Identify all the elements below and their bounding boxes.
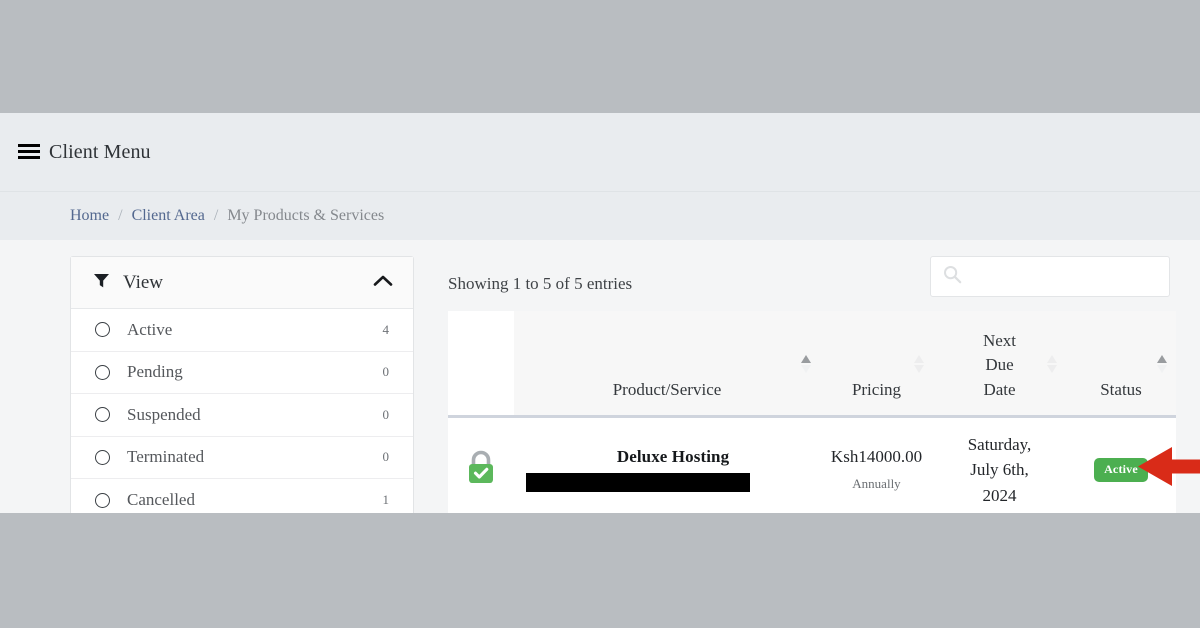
filter-option-label: Active [127, 319, 173, 339]
bottom-letterbox-band [0, 513, 1200, 628]
filter-option-label: Suspended [127, 404, 201, 424]
view-filter-header[interactable]: View [71, 257, 413, 309]
column-header-status[interactable]: Status [1066, 311, 1176, 418]
hamburger-icon [18, 144, 40, 160]
green-padlock-icon [465, 451, 497, 489]
top-navbar: Client Menu [0, 113, 1200, 192]
column-label: Product/Service [612, 379, 722, 399]
redacted-domain-bar [526, 473, 750, 493]
cell-pricing: Ksh14000.00 Annually [820, 416, 933, 513]
cell-status-icon [448, 416, 514, 513]
cell-next-due-date: Saturday, July 6th, 2024 [933, 416, 1066, 513]
filter-option-pending[interactable]: Pending 0 [71, 352, 413, 394]
filter-option-count: 0 [382, 406, 390, 422]
filter-option-suspended[interactable]: Suspended 0 [71, 394, 413, 437]
filter-option-label: Pending [127, 362, 183, 382]
column-header-product-service[interactable]: Product/Service [514, 311, 820, 418]
status-badge[interactable]: Active [1094, 457, 1148, 482]
top-letterbox-band [0, 0, 1200, 113]
search-input[interactable] [970, 267, 1157, 286]
price-amount: Ksh14000.00 [830, 447, 923, 467]
breadcrumb-item-home[interactable]: Home [70, 207, 109, 225]
due-date-line-2: July 6th, [970, 460, 1029, 479]
filter-option-label: Cancelled [127, 490, 195, 510]
funnel-icon [93, 272, 110, 294]
breadcrumb-bar: Home / Client Area / My Products & Servi… [0, 192, 1200, 240]
due-date-line-3: 2024 [982, 485, 1017, 505]
search-icon [943, 265, 962, 289]
table-toolbar: Showing 1 to 5 of 5 entries [448, 256, 1170, 311]
cell-product-service: Deluxe Hosting [514, 416, 820, 513]
radio-icon [95, 364, 110, 380]
radio-icon [95, 407, 110, 423]
column-label: Status [1100, 379, 1142, 399]
billing-cycle: Annually [852, 476, 901, 492]
breadcrumb-item-client-area[interactable]: Client Area [132, 207, 205, 225]
filter-option-count: 0 [382, 449, 390, 465]
client-menu-button[interactable]: Client Menu [18, 141, 151, 164]
table-row[interactable]: Deluxe Hosting Ksh14000.00 Annually Satu… [448, 416, 1176, 513]
column-header-icon [448, 311, 514, 418]
due-date-line-1: Saturday, [967, 434, 1032, 454]
table-header: Product/Service Pricing Next Due Date St… [448, 311, 1176, 418]
product-name: Deluxe Hosting [616, 447, 730, 467]
radio-icon [95, 322, 110, 338]
column-label-line-2: Due [985, 355, 1014, 375]
products-table: Product/Service Pricing Next Due Date St… [448, 311, 1176, 513]
radio-icon [95, 492, 110, 508]
page-viewport: Client Menu Home / Client Area / My Prod… [0, 113, 1200, 513]
column-header-pricing[interactable]: Pricing [820, 311, 933, 418]
chevron-up-icon[interactable] [373, 274, 393, 292]
filter-option-count: 0 [382, 364, 390, 380]
column-label-line-3: Date [983, 379, 1016, 399]
filter-option-label: Terminated [127, 447, 205, 467]
table-body: Deluxe Hosting Ksh14000.00 Annually Satu… [448, 416, 1176, 513]
client-menu-label: Client Menu [49, 140, 151, 163]
view-filter-panel: View Active 4 Pending 0 Suspended 0 Term… [70, 256, 414, 513]
column-label: Pricing [851, 379, 902, 399]
filter-option-terminated[interactable]: Terminated 0 [71, 437, 413, 479]
main-content: View Active 4 Pending 0 Suspended 0 Term… [0, 240, 1200, 513]
breadcrumb-item-current: My Products & Services [227, 207, 385, 224]
sort-none-icon [913, 353, 925, 375]
radio-icon [95, 449, 110, 465]
products-table-area: Showing 1 to 5 of 5 entries Product/Serv… [448, 256, 1176, 513]
table-header-row: Product/Service Pricing Next Due Date St… [448, 311, 1176, 418]
entries-info: Showing 1 to 5 of 5 entries [448, 274, 633, 293]
sort-ascending-icon [1156, 353, 1168, 375]
table-search-box[interactable] [930, 256, 1170, 297]
breadcrumb-separator: / [118, 207, 123, 224]
filter-option-active[interactable]: Active 4 [71, 309, 413, 352]
breadcrumb-separator: / [213, 207, 219, 224]
column-label-line-1: Next [982, 330, 1017, 350]
view-filter-title: View [123, 271, 164, 293]
filter-option-cancelled[interactable]: Cancelled 1 [71, 479, 413, 513]
filter-option-count: 4 [382, 321, 390, 337]
sort-none-icon [1046, 353, 1058, 375]
filter-option-count: 1 [382, 492, 390, 508]
column-header-next-due-date[interactable]: Next Due Date [933, 311, 1066, 418]
breadcrumb: Home / Client Area / My Products & Servi… [70, 207, 384, 225]
cell-status: Active [1066, 416, 1176, 513]
sort-ascending-icon [800, 353, 812, 375]
